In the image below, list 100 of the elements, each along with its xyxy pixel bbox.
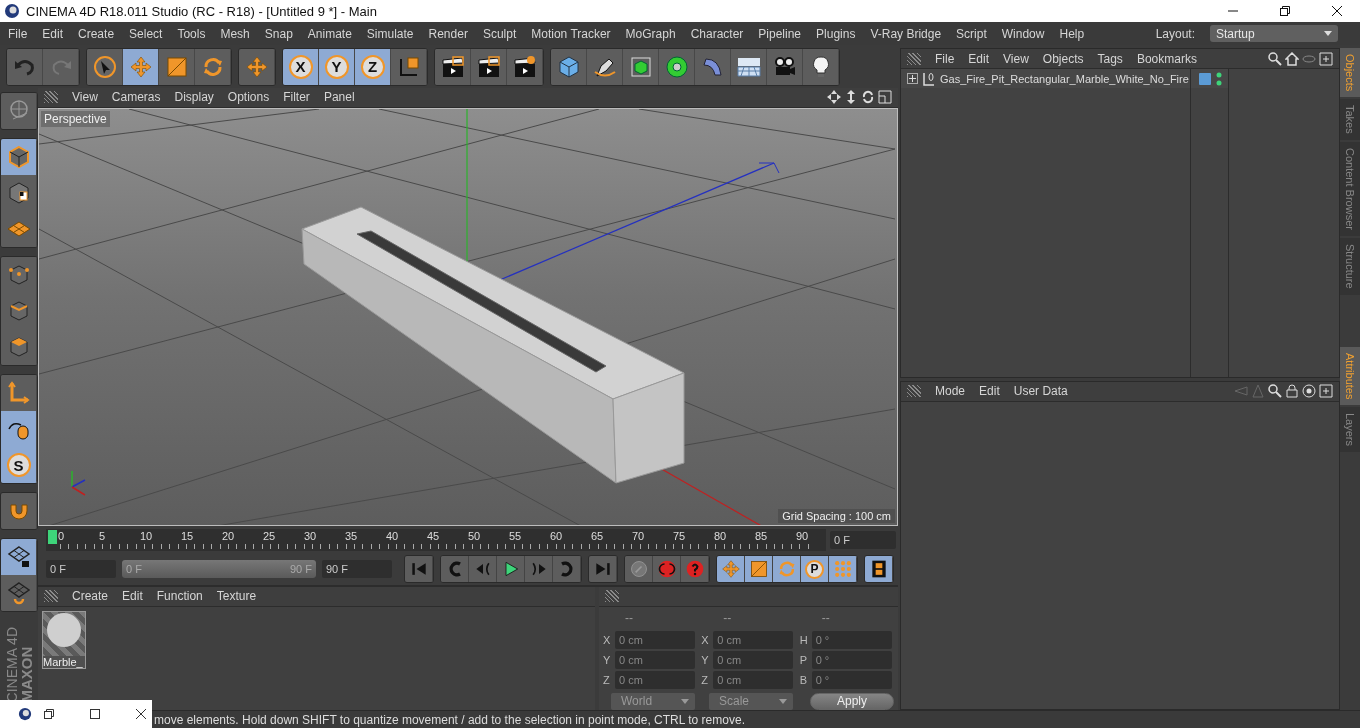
panel-grip[interactable] bbox=[44, 590, 58, 603]
panel-grip[interactable] bbox=[605, 590, 619, 603]
tool-button[interactable] bbox=[1, 175, 37, 211]
lock-icon[interactable] bbox=[1285, 384, 1299, 398]
menu-item[interactable]: Snap bbox=[264, 26, 293, 41]
viewport-menu-item[interactable]: Panel bbox=[323, 90, 355, 105]
coordinate-field[interactable]: 0 cm bbox=[713, 671, 794, 689]
side-tab[interactable]: Takes bbox=[1340, 99, 1360, 141]
viewport-menu-item[interactable]: Display bbox=[174, 90, 214, 105]
layout-dropdown[interactable]: Startup bbox=[1210, 25, 1338, 42]
menu-item[interactable]: Help bbox=[1059, 26, 1085, 41]
tool-button[interactable] bbox=[717, 556, 745, 583]
coordinate-field[interactable]: 0 ° bbox=[811, 671, 892, 689]
menu-item[interactable]: Character bbox=[690, 26, 744, 41]
material-menu-item[interactable]: Function bbox=[156, 589, 203, 604]
menu-item[interactable]: Render bbox=[428, 26, 468, 41]
playhead[interactable] bbox=[48, 529, 57, 544]
attribute-menu-item[interactable]: Mode bbox=[935, 384, 966, 398]
timeline-ruler[interactable]: 0 5 10 15 20 25 30 35 40 45 50 55 60 65 70 75 80 85 90 bbox=[46, 528, 826, 551]
tool-button[interactable] bbox=[803, 48, 839, 85]
object-menu-item[interactable]: Bookmarks bbox=[1136, 51, 1197, 66]
object-menu-item[interactable]: View bbox=[1003, 51, 1029, 66]
tool-button[interactable] bbox=[471, 48, 507, 85]
viewport-menu-item[interactable]: View bbox=[72, 90, 98, 105]
menu-item[interactable]: Simulate bbox=[366, 26, 414, 41]
menu-item[interactable]: Mesh bbox=[220, 26, 250, 41]
coordinate-field[interactable]: 0 cm bbox=[615, 651, 695, 669]
tool-button[interactable] bbox=[1, 539, 37, 575]
side-tab[interactable]: Structure bbox=[1340, 238, 1360, 295]
menu-item[interactable]: V-Ray Bridge bbox=[870, 26, 942, 41]
letter-tool-button[interactable]: X bbox=[283, 48, 319, 85]
object-menu-item[interactable]: Objects bbox=[1042, 51, 1084, 66]
menu-item[interactable]: Plugins bbox=[816, 26, 856, 41]
menu-item[interactable]: Window bbox=[1001, 26, 1045, 41]
menu-item[interactable]: Select bbox=[129, 26, 163, 41]
panel-layout-icon[interactable] bbox=[878, 90, 892, 105]
material-swatch[interactable]: Marble_ bbox=[42, 611, 86, 669]
home-icon[interactable] bbox=[1285, 51, 1299, 66]
tool-button[interactable] bbox=[497, 556, 525, 583]
search-icon[interactable] bbox=[1268, 51, 1282, 66]
coordinate-field[interactable]: 0 cm bbox=[615, 631, 695, 649]
target-icon[interactable] bbox=[1302, 384, 1316, 398]
panel-grip[interactable] bbox=[44, 91, 58, 104]
menu-item[interactable]: Script bbox=[956, 26, 987, 41]
tool-button[interactable] bbox=[551, 48, 587, 85]
tool-button[interactable] bbox=[659, 48, 695, 85]
coordinate-field[interactable]: 0 cm bbox=[713, 631, 794, 649]
tool-button[interactable] bbox=[123, 48, 159, 85]
menu-item[interactable]: Tools bbox=[177, 26, 206, 41]
side-tab[interactable]: Content Browser bbox=[1340, 142, 1360, 236]
panel-grip[interactable] bbox=[907, 52, 921, 65]
coordinate-field[interactable]: 0 cm bbox=[615, 671, 695, 689]
tool-button[interactable] bbox=[87, 48, 123, 85]
letter-tool-button[interactable]: S bbox=[1, 447, 37, 483]
object-menu-item[interactable]: Tags bbox=[1097, 51, 1123, 66]
tool-button[interactable] bbox=[865, 556, 893, 583]
letter-tool-button[interactable]: Z bbox=[355, 48, 391, 85]
menu-item[interactable]: Pipeline bbox=[758, 26, 802, 41]
panel-grip[interactable] bbox=[907, 385, 921, 397]
tool-button[interactable] bbox=[731, 48, 767, 85]
new-window-icon[interactable] bbox=[1319, 384, 1333, 398]
restore-icon[interactable] bbox=[44, 709, 54, 719]
material-menu-item[interactable]: Edit bbox=[122, 589, 143, 604]
maximize-icon[interactable] bbox=[90, 709, 100, 719]
start-frame-field[interactable]: 0 F bbox=[46, 560, 116, 579]
minimized-window[interactable] bbox=[0, 700, 152, 728]
tool-button[interactable] bbox=[745, 556, 773, 583]
visibility-dots-icon[interactable] bbox=[1216, 71, 1222, 86]
object-menu-item[interactable]: Edit bbox=[968, 51, 990, 66]
pan-icon[interactable] bbox=[827, 90, 841, 105]
viewport-menu-item[interactable]: Options bbox=[227, 90, 270, 105]
letter-tool-button[interactable]: Y bbox=[319, 48, 355, 85]
tool-button[interactable] bbox=[587, 48, 623, 85]
coordinate-field[interactable]: 0 ° bbox=[811, 631, 892, 649]
attribute-menu-item[interactable]: User Data bbox=[1013, 384, 1068, 398]
tool-button[interactable] bbox=[507, 48, 543, 85]
tool-button[interactable] bbox=[773, 556, 801, 583]
viewport[interactable]: Perspective Grid Spacing : 100 cm bbox=[38, 107, 898, 527]
letter-tool-button[interactable]: P bbox=[801, 556, 829, 583]
coordinate-field[interactable]: 0 cm bbox=[713, 651, 794, 669]
tool-button[interactable] bbox=[829, 556, 857, 583]
search-icon[interactable] bbox=[1268, 384, 1282, 398]
viewport-menu-item[interactable]: Filter bbox=[283, 90, 310, 105]
tool-button[interactable] bbox=[391, 48, 427, 85]
current-frame-field[interactable]: 0 F bbox=[830, 530, 896, 549]
menu-item[interactable]: File bbox=[8, 26, 28, 41]
menu-item[interactable]: Animate bbox=[307, 26, 352, 41]
menu-item[interactable]: MoGraph bbox=[625, 26, 676, 41]
material-menu-item[interactable]: Texture bbox=[216, 589, 257, 604]
menu-item[interactable]: Sculpt bbox=[482, 26, 517, 41]
coordinate-field[interactable]: 0 ° bbox=[811, 651, 892, 669]
menu-item[interactable]: Edit bbox=[42, 26, 64, 41]
tool-button[interactable] bbox=[767, 48, 803, 85]
expand-icon[interactable] bbox=[907, 73, 918, 84]
end-frame-field[interactable]: 90 F bbox=[322, 560, 392, 579]
tool-button[interactable] bbox=[159, 48, 195, 85]
viewport-menu-item[interactable]: Cameras bbox=[111, 90, 161, 105]
apply-button[interactable]: Apply bbox=[810, 693, 894, 710]
tool-button[interactable] bbox=[239, 48, 275, 85]
close-icon[interactable] bbox=[136, 709, 146, 719]
